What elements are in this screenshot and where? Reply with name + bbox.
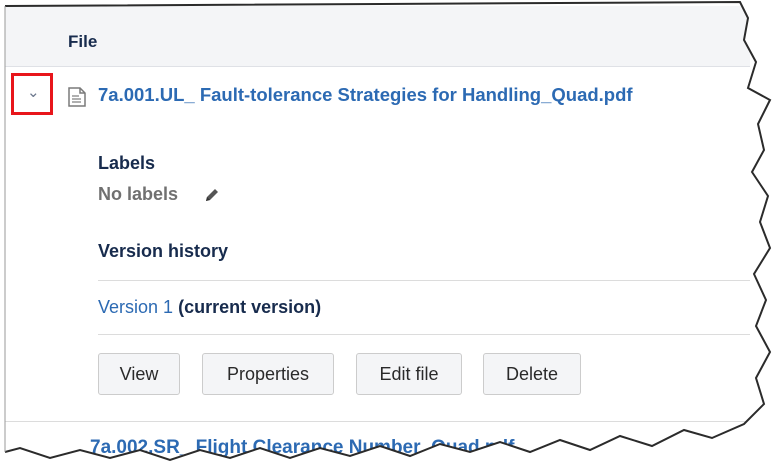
torn-edge	[0, 0, 778, 466]
attachments-panel: File ⌄ 7a.001.UL_ Fault-tolerance Strate…	[0, 0, 778, 466]
